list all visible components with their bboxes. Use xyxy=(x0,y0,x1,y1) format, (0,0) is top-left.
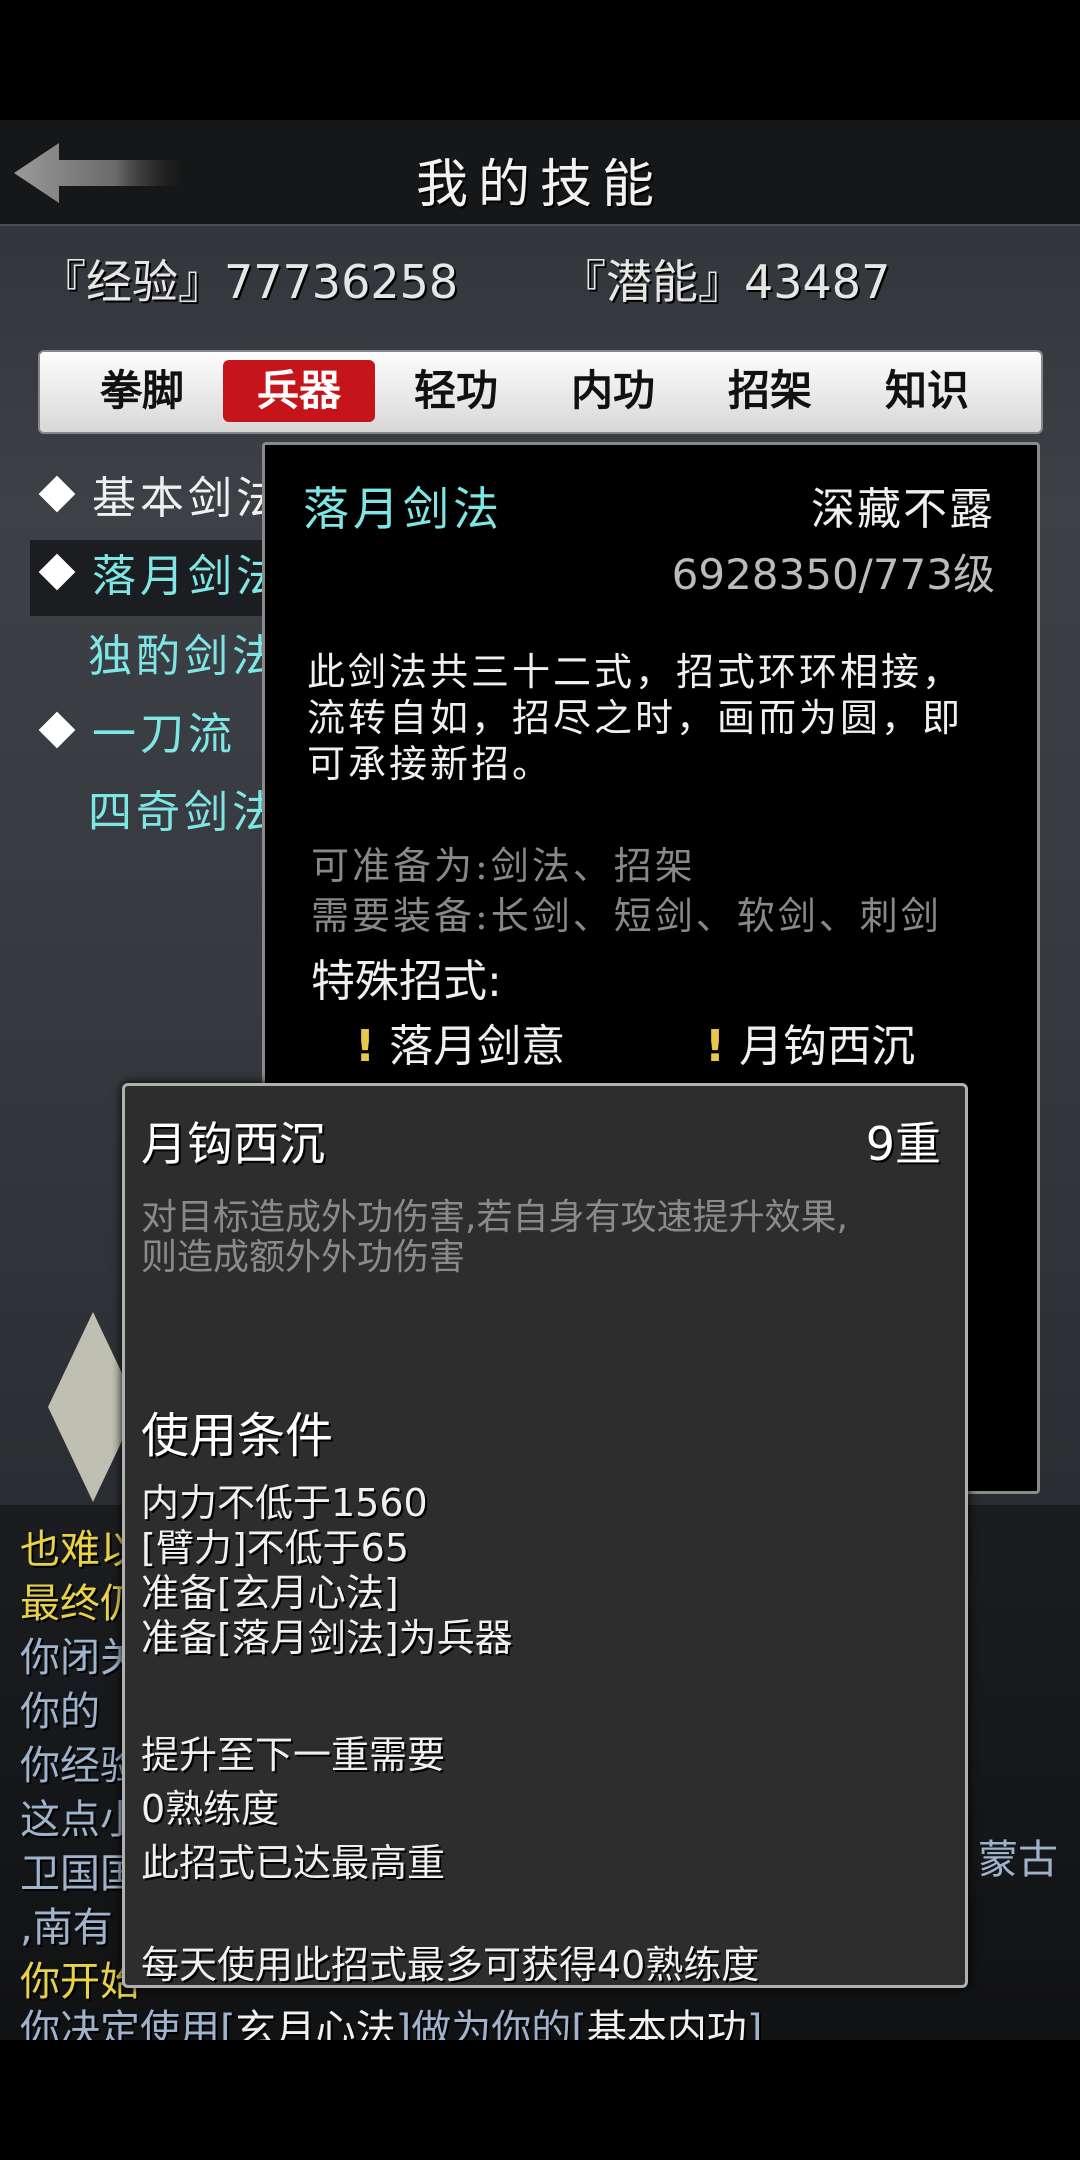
skill-description-line: 可承接新招。 xyxy=(307,742,554,786)
prepare-as: 可准备为:剑法、招架 xyxy=(311,844,696,888)
next-level-title: 提升至下一重需要 xyxy=(141,1733,446,1777)
log-line-fragment: 蒙古 xyxy=(978,1837,1058,1883)
tab-fist[interactable]: 拳脚 xyxy=(66,360,218,422)
skills-screen: 我的技能 『经验』77736258 『潜能』43487 拳脚 兵器 轻功 内功 … xyxy=(0,120,1080,2040)
alert-icon: ! xyxy=(355,1021,376,1072)
tab-internal[interactable]: 内功 xyxy=(537,360,689,422)
title-bar: 我的技能 xyxy=(0,120,1080,226)
skill-item-ittoryu[interactable]: 一刀流 xyxy=(30,698,300,774)
tab-lightness[interactable]: 轻功 xyxy=(380,360,532,422)
next-level-requirement: 0熟练度 xyxy=(141,1787,280,1831)
skill-rank: 深藏不露 xyxy=(811,484,995,535)
alert-icon: ! xyxy=(705,1021,726,1072)
tab-parry[interactable]: 招架 xyxy=(694,360,846,422)
special-move-item[interactable]: ! 落月剑意 xyxy=(355,1010,565,1074)
move-tooltip-popup[interactable]: 月钩西沉 9重 对目标造成外功伤害,若自身有攻速提升效果, 则造成额外外功伤害 … xyxy=(122,1083,968,1988)
skill-name: 落月剑法 xyxy=(303,482,503,536)
conditions-title: 使用条件 xyxy=(141,1408,334,1464)
tab-weapon[interactable]: 兵器 xyxy=(223,360,375,422)
condition-line: 准备[落月剑法]为兵器 xyxy=(141,1616,513,1660)
move-name: 月钩西沉 xyxy=(141,1117,325,1171)
equip-requirement: 需要装备:长剑、短剑、软剑、刺剑 xyxy=(311,894,942,938)
skill-item-luoyue-sword[interactable]: 落月剑法 xyxy=(30,540,300,616)
skill-item-duzhuo-sword[interactable]: 独酌剑法 xyxy=(30,620,300,696)
skill-item-siqi-sword[interactable]: 四奇剑法 xyxy=(30,776,300,852)
move-description-line: 则造成额外外功伤害 xyxy=(141,1237,466,1278)
diamond-marker-icon xyxy=(38,475,76,513)
diamond-marker-icon xyxy=(38,711,76,749)
log-line: ,南有 xyxy=(20,1905,113,1951)
special-moves-title: 特殊招式: xyxy=(311,956,502,1007)
skill-category-tabs: 拳脚 兵器 轻功 内功 招架 知识 xyxy=(38,350,1043,434)
skill-level: 6928350/773级 xyxy=(671,550,995,599)
page-title: 我的技能 xyxy=(415,155,664,215)
special-move-item[interactable]: ! 月钩西沉 xyxy=(705,1010,915,1074)
potential-stat: 『潜能』43487 xyxy=(560,255,891,309)
log-line-last: 你决定使用[玄月心法]做为你的[基本内功] xyxy=(20,2007,763,2040)
max-level-note: 此招式已达最高重 xyxy=(141,1841,446,1885)
move-level: 9重 xyxy=(865,1117,941,1171)
tab-knowledge[interactable]: 知识 xyxy=(851,360,1003,422)
diamond-marker-icon xyxy=(38,553,76,591)
daily-gain-note: 每天使用此招式最多可获得40熟练度 xyxy=(141,1943,760,1987)
log-line: 你的 xyxy=(20,1689,100,1735)
experience-stat: 『经验』77736258 xyxy=(40,255,459,309)
skill-item-basic-sword[interactable]: 基本剑法 xyxy=(30,462,300,538)
